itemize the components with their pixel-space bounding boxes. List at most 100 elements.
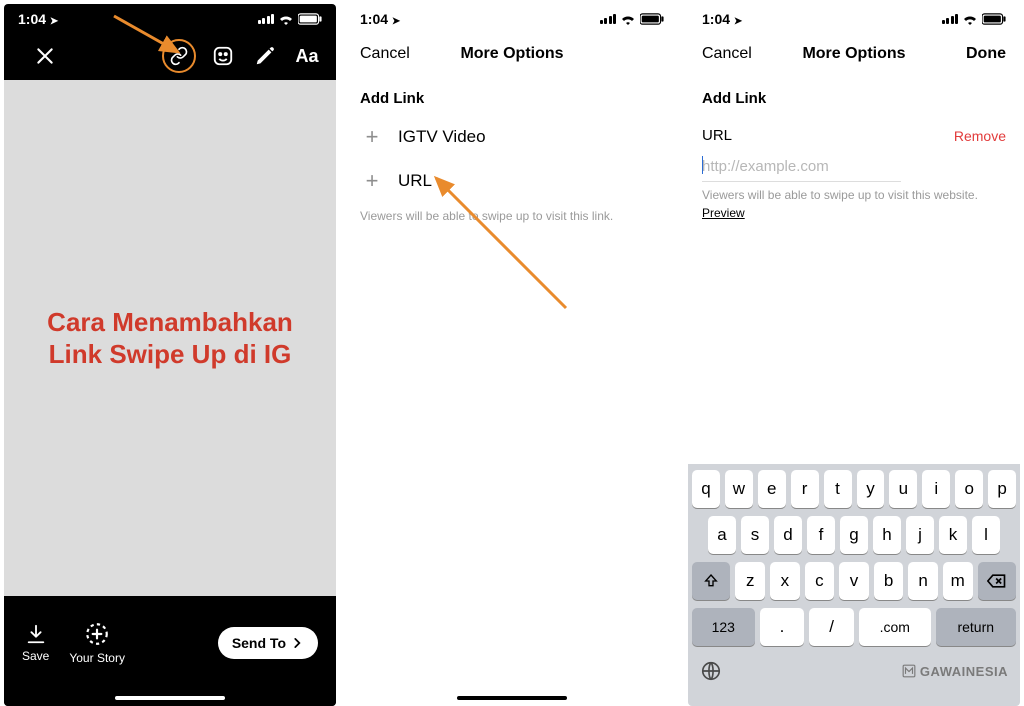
url-row: URL Remove xyxy=(688,115,1020,148)
save-button[interactable]: Save xyxy=(22,623,49,663)
story-editor-toolbar: Aa xyxy=(4,32,336,80)
status-time: 1:04 ➤ xyxy=(360,11,400,27)
key-o[interactable]: o xyxy=(955,470,983,508)
key-x[interactable]: x xyxy=(770,562,800,600)
numbers-key[interactable]: 123 xyxy=(692,608,755,646)
cellular-icon xyxy=(258,14,275,24)
key-a[interactable]: a xyxy=(708,516,736,554)
wifi-icon xyxy=(278,13,294,25)
slash-key[interactable]: / xyxy=(809,608,854,646)
key-k[interactable]: k xyxy=(939,516,967,554)
status-bar: 1:04 ➤ xyxy=(688,4,1020,32)
link-icon xyxy=(169,46,189,66)
battery-icon xyxy=(298,13,322,25)
globe-icon[interactable] xyxy=(700,660,722,682)
phone-more-options: 1:04 ➤ Cancel More Options Add Link + IG… xyxy=(346,4,678,706)
key-h[interactable]: h xyxy=(873,516,901,554)
key-r[interactable]: r xyxy=(791,470,819,508)
home-indicator[interactable] xyxy=(115,696,225,700)
section-header: Add Link xyxy=(688,76,1020,115)
watermark-icon xyxy=(902,664,916,678)
story-bottom-bar: Save Your Story Send To xyxy=(4,596,336,706)
link-button[interactable] xyxy=(162,39,196,73)
status-bar: 1:04 ➤ xyxy=(4,4,336,32)
sticker-button[interactable] xyxy=(208,41,238,71)
section-header: Add Link xyxy=(346,76,678,115)
status-indicators xyxy=(942,13,1007,25)
dotcom-key[interactable]: .com xyxy=(859,608,931,646)
key-e[interactable]: e xyxy=(758,470,786,508)
phone-url-entry: 1:04 ➤ Cancel More Options Done Add Link… xyxy=(688,4,1020,706)
hint-text: Viewers will be able to swipe up to visi… xyxy=(688,182,1020,220)
tutorial-caption: Cara Menambahkan Link Swipe Up di IG xyxy=(33,306,307,371)
preview-link[interactable]: Preview xyxy=(702,206,745,220)
download-icon xyxy=(25,623,47,645)
backspace-icon xyxy=(987,573,1007,589)
key-y[interactable]: y xyxy=(857,470,885,508)
page-title: More Options xyxy=(460,45,563,63)
sticker-icon xyxy=(212,45,234,67)
cellular-icon xyxy=(942,14,959,24)
status-indicators xyxy=(258,13,323,25)
add-url-row[interactable]: + URL xyxy=(346,159,678,203)
keyboard: qwertyuiop asdfghjkl zxcvbnm 123 . / .co… xyxy=(688,464,1020,706)
done-button[interactable]: Done xyxy=(950,45,1006,63)
close-button[interactable] xyxy=(30,41,60,71)
add-igtv-label: IGTV Video xyxy=(398,127,486,147)
key-t[interactable]: t xyxy=(824,470,852,508)
battery-icon xyxy=(640,13,664,25)
page-title: More Options xyxy=(802,45,905,63)
your-story-button[interactable]: Your Story xyxy=(69,621,125,665)
url-input[interactable] xyxy=(702,152,901,182)
key-c[interactable]: c xyxy=(805,562,835,600)
nav-bar: Cancel More Options Done xyxy=(688,32,1020,76)
wifi-icon xyxy=(962,13,978,25)
draw-button[interactable] xyxy=(250,41,280,71)
plus-icon: + xyxy=(360,169,384,193)
draw-icon xyxy=(254,45,276,67)
return-key[interactable]: return xyxy=(936,608,1016,646)
key-f[interactable]: f xyxy=(807,516,835,554)
shift-key[interactable] xyxy=(692,562,730,600)
your-story-icon xyxy=(84,621,110,647)
status-indicators xyxy=(600,13,665,25)
key-z[interactable]: z xyxy=(735,562,765,600)
key-w[interactable]: w xyxy=(725,470,753,508)
key-j[interactable]: j xyxy=(906,516,934,554)
nav-bar: Cancel More Options xyxy=(346,32,678,76)
key-s[interactable]: s xyxy=(741,516,769,554)
key-m[interactable]: m xyxy=(943,562,973,600)
key-q[interactable]: q xyxy=(692,470,720,508)
add-igtv-row[interactable]: + IGTV Video xyxy=(346,115,678,159)
cellular-icon xyxy=(600,14,617,24)
cancel-button[interactable]: Cancel xyxy=(360,45,416,63)
remove-button[interactable]: Remove xyxy=(954,128,1006,144)
key-d[interactable]: d xyxy=(774,516,802,554)
story-canvas[interactable]: Cara Menambahkan Link Swipe Up di IG xyxy=(4,80,336,596)
key-p[interactable]: p xyxy=(988,470,1016,508)
key-b[interactable]: b xyxy=(874,562,904,600)
add-url-label: URL xyxy=(398,171,432,191)
shift-icon xyxy=(703,573,719,589)
plus-icon: + xyxy=(360,125,384,149)
status-time: 1:04 ➤ xyxy=(18,11,58,27)
key-n[interactable]: n xyxy=(908,562,938,600)
key-u[interactable]: u xyxy=(889,470,917,508)
key-i[interactable]: i xyxy=(922,470,950,508)
hint-text: Viewers will be able to swipe up to visi… xyxy=(346,203,678,223)
wifi-icon xyxy=(620,13,636,25)
home-indicator[interactable] xyxy=(457,696,567,700)
key-v[interactable]: v xyxy=(839,562,869,600)
key-g[interactable]: g xyxy=(840,516,868,554)
dot-key[interactable]: . xyxy=(760,608,805,646)
send-to-button[interactable]: Send To xyxy=(218,627,318,659)
close-icon xyxy=(35,46,55,66)
backspace-key[interactable] xyxy=(978,562,1016,600)
watermark: GAWAINESIA xyxy=(902,664,1008,679)
cancel-button[interactable]: Cancel xyxy=(702,45,758,63)
text-button[interactable]: Aa xyxy=(292,41,322,71)
status-time: 1:04 ➤ xyxy=(702,11,742,27)
url-label: URL xyxy=(702,127,732,144)
key-l[interactable]: l xyxy=(972,516,1000,554)
status-bar: 1:04 ➤ xyxy=(346,4,678,32)
